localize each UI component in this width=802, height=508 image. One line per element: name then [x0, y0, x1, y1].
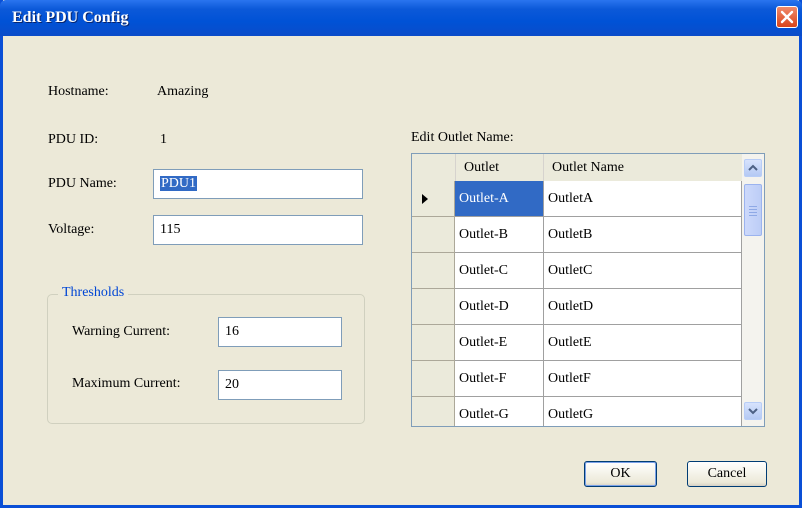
pdu-name-label: PDU Name:	[48, 176, 117, 191]
edit-outlet-name-label: Edit Outlet Name:	[411, 130, 514, 145]
pdu-id-value: 1	[160, 132, 167, 147]
scroll-up-button[interactable]	[744, 159, 762, 177]
close-icon	[780, 10, 794, 24]
column-header-outlet-name[interactable]: Outlet Name	[544, 154, 742, 181]
chevron-down-icon	[748, 408, 758, 415]
cancel-button[interactable]: Cancel	[687, 461, 767, 487]
outlet-name-cell[interactable]: OutletF	[544, 361, 742, 397]
grid-header: Outlet Outlet Name	[412, 154, 742, 182]
thresholds-legend: Thresholds	[58, 285, 129, 301]
row-header[interactable]	[412, 253, 455, 289]
scroll-thumb[interactable]	[744, 184, 762, 236]
window-title: Edit PDU Config	[12, 9, 129, 26]
scroll-down-button[interactable]	[744, 402, 762, 420]
warning-current-label: Warning Current:	[72, 324, 171, 339]
outlet-name-cell[interactable]: OutletC	[544, 253, 742, 289]
outlet-name-cell[interactable]: OutletG	[544, 397, 742, 426]
chevron-up-icon	[748, 164, 758, 171]
thresholds-group	[47, 294, 365, 424]
row-header[interactable]	[412, 325, 455, 361]
outlet-name-cell[interactable]: OutletE	[544, 325, 742, 361]
outlet-cell[interactable]: Outlet-D	[455, 289, 544, 325]
close-button[interactable]	[776, 6, 798, 28]
outlet-cell[interactable]: Outlet-B	[455, 217, 544, 253]
outlet-name-cell[interactable]: OutletA	[544, 181, 742, 217]
maximum-current-input[interactable]: 20	[218, 370, 342, 400]
current-row-arrow-icon	[422, 194, 428, 204]
title-bar[interactable]: Edit PDU Config	[0, 0, 802, 36]
column-header-outlet[interactable]: Outlet	[456, 154, 544, 181]
row-header[interactable]	[412, 289, 455, 325]
outlet-grid[interactable]: Outlet Outlet Name Outlet-A OutletA Outl…	[411, 153, 765, 427]
warning-current-input[interactable]: 16	[218, 317, 342, 347]
pdu-name-value: PDU1	[160, 176, 198, 191]
row-header[interactable]	[412, 217, 455, 253]
row-header[interactable]	[412, 181, 455, 217]
row-header[interactable]	[412, 361, 455, 397]
hostname-label: Hostname:	[48, 84, 109, 99]
ok-button[interactable]: OK	[584, 461, 657, 487]
row-header[interactable]	[412, 397, 455, 426]
voltage-label: Voltage:	[48, 222, 95, 237]
pdu-id-label: PDU ID:	[48, 132, 99, 147]
maximum-current-label: Maximum Current:	[72, 376, 181, 391]
outlet-cell[interactable]: Outlet-A	[455, 181, 544, 217]
outlet-cell[interactable]: Outlet-G	[455, 397, 544, 426]
outlet-cell[interactable]: Outlet-C	[455, 253, 544, 289]
hostname-value: Amazing	[157, 84, 209, 99]
voltage-input[interactable]: 115	[153, 215, 363, 245]
outlet-cell[interactable]: Outlet-E	[455, 325, 544, 361]
vertical-scrollbar[interactable]	[742, 154, 764, 426]
outlet-name-cell[interactable]: OutletB	[544, 217, 742, 253]
pdu-name-input[interactable]: PDU1	[153, 169, 363, 199]
outlet-name-cell[interactable]: OutletD	[544, 289, 742, 325]
grid-corner-cell	[412, 154, 456, 181]
outlet-cell[interactable]: Outlet-F	[455, 361, 544, 397]
